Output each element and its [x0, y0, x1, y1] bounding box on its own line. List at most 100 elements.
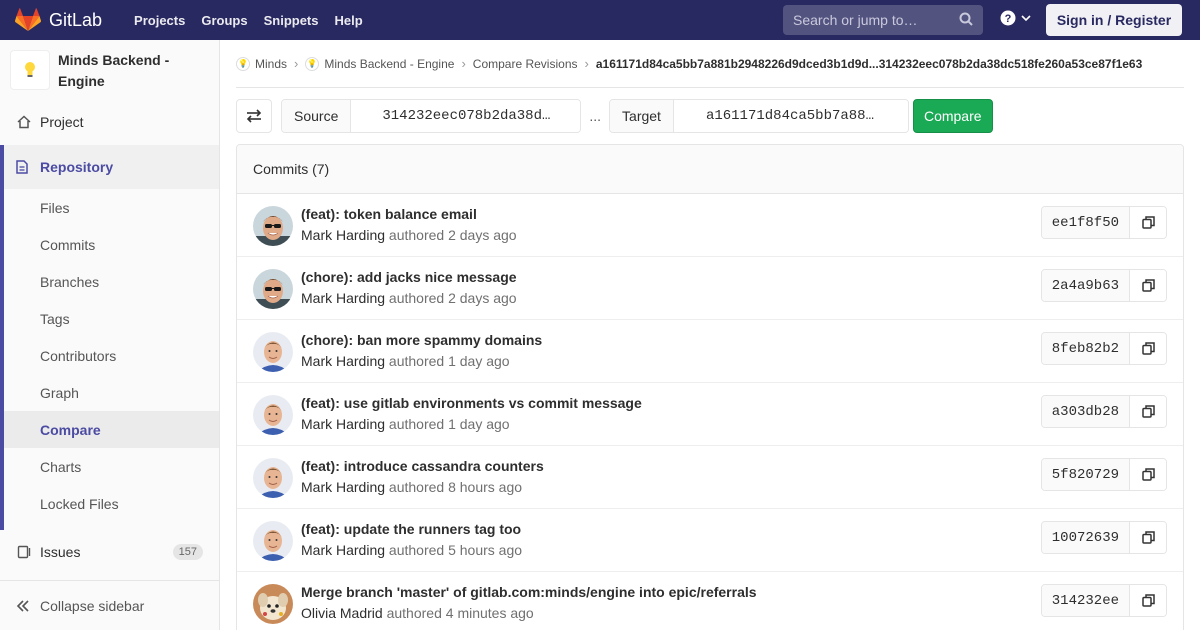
- copy-sha-button[interactable]: [1130, 396, 1166, 427]
- breadcrumb-separator: ›: [294, 56, 299, 71]
- author-avatar[interactable]: [253, 269, 293, 309]
- copy-sha-button[interactable]: [1130, 270, 1166, 301]
- nav-groups[interactable]: Groups: [193, 13, 255, 28]
- author-avatar[interactable]: [253, 395, 293, 435]
- sidebar-sub-graph[interactable]: Graph: [4, 374, 219, 411]
- commit-author[interactable]: Mark Harding: [301, 353, 385, 369]
- nav-links: Projects Groups Snippets Help: [126, 13, 371, 28]
- commit-sha[interactable]: 314232ee: [1041, 585, 1130, 616]
- breadcrumb-project[interactable]: 💡 Minds Backend - Engine: [305, 56, 454, 71]
- author-avatar[interactable]: [253, 521, 293, 561]
- lightbulb-icon: 💡: [236, 56, 250, 71]
- author-avatar[interactable]: [253, 332, 293, 372]
- commit-sha-group: 314232ee: [1040, 584, 1167, 617]
- commit-sha[interactable]: 8feb82b2: [1041, 333, 1130, 364]
- commit-meta: Mark Harding authored 2 days ago: [301, 227, 517, 243]
- breadcrumb-minds[interactable]: 💡 Minds: [236, 56, 287, 71]
- issues-icon: [16, 544, 32, 560]
- commits-panel: Commits (7) (feat): token balance email …: [236, 144, 1184, 630]
- compare-form: Source 314232eec078b2da38d… ... Target a…: [236, 99, 993, 133]
- source-revision-group: Source 314232eec078b2da38d…: [281, 99, 582, 133]
- sidebar-sub-tags[interactable]: Tags: [4, 300, 219, 337]
- commit-row: (feat): introduce cassandra counters Mar…: [237, 446, 1183, 509]
- lightbulb-icon: 💡: [305, 56, 320, 71]
- breadcrumb-current: a161171d84ca5bb7a881b2948226d9dced3b1d9d…: [595, 56, 1143, 71]
- compare-button[interactable]: Compare: [912, 99, 993, 133]
- gitlab-tanuki-icon: [15, 8, 41, 31]
- commit-title[interactable]: (feat): use gitlab environments vs commi…: [301, 395, 642, 411]
- revision-separator: ...: [589, 108, 602, 124]
- commit-sha[interactable]: 5f820729: [1041, 459, 1130, 490]
- commit-author[interactable]: Mark Harding: [301, 290, 385, 306]
- commit-author[interactable]: Mark Harding: [301, 479, 385, 495]
- commit-sha[interactable]: ee1f8f50: [1041, 207, 1130, 238]
- commit-sha[interactable]: 10072639: [1041, 522, 1130, 553]
- sidebar-item-label: Issues: [40, 544, 81, 560]
- swap-revisions-button[interactable]: [236, 99, 272, 133]
- sidebar-sub-compare[interactable]: Compare: [4, 411, 219, 448]
- doc-icon: [16, 160, 32, 174]
- sidebar-item-project[interactable]: Project: [0, 102, 219, 142]
- commit-title[interactable]: (feat): introduce cassandra counters: [301, 458, 544, 474]
- sidebar-sub-files[interactable]: Files: [4, 189, 219, 226]
- nav-snippets[interactable]: Snippets: [256, 13, 327, 28]
- commit-author[interactable]: Mark Harding: [301, 227, 385, 243]
- commit-time: 4 minutes ago: [445, 605, 534, 621]
- author-avatar[interactable]: [253, 206, 293, 246]
- copy-icon: [1141, 279, 1155, 292]
- commit-authored-word: authored: [388, 290, 449, 306]
- copy-sha-button[interactable]: [1130, 459, 1166, 490]
- commit-authored-word: authored: [386, 605, 446, 621]
- copy-icon: [1141, 342, 1155, 355]
- gitlab-logo[interactable]: GitLab: [15, 0, 102, 40]
- commit-meta: Mark Harding authored 1 day ago: [301, 416, 510, 432]
- commit-title[interactable]: (feat): update the runners tag too: [301, 521, 521, 537]
- author-avatar[interactable]: [253, 458, 293, 498]
- project-name: Minds Backend - Engine: [58, 52, 170, 89]
- sidebar-repository-group: Repository Files Commits Branches Tags C…: [0, 145, 219, 530]
- swap-icon: [246, 109, 262, 123]
- commit-sha-group: 10072639: [1040, 521, 1167, 554]
- top-navbar: GitLab Projects Groups Snippets Help ? S…: [0, 0, 1200, 40]
- sidebar-sub-branches[interactable]: Branches: [4, 263, 219, 300]
- search-icon[interactable]: [959, 12, 973, 29]
- signin-register-button[interactable]: Sign in / Register: [1046, 4, 1182, 36]
- commit-title[interactable]: (chore): ban more spammy domains: [301, 332, 542, 348]
- breadcrumb-compare-revisions[interactable]: Compare Revisions: [473, 57, 578, 71]
- target-revision-dropdown[interactable]: a161171d84ca5bb7a88…: [673, 100, 908, 132]
- author-avatar[interactable]: [253, 584, 293, 624]
- commit-author[interactable]: Olivia Madrid: [301, 605, 383, 621]
- commit-sha-group: 2a4a9b63: [1040, 269, 1167, 302]
- source-revision-dropdown[interactable]: 314232eec078b2da38d…: [351, 100, 581, 132]
- sidebar-item-issues[interactable]: Issues 157: [0, 530, 219, 574]
- copy-sha-button[interactable]: [1130, 522, 1166, 553]
- commit-author[interactable]: Mark Harding: [301, 416, 385, 432]
- copy-icon: [1141, 531, 1155, 544]
- commit-author[interactable]: Mark Harding: [301, 542, 385, 558]
- sidebar-item-repository[interactable]: Repository: [4, 145, 219, 189]
- sidebar-sub-charts[interactable]: Charts: [4, 448, 219, 485]
- sidebar-item-label: Project: [40, 114, 84, 130]
- project-header[interactable]: Minds Backend - Engine: [0, 40, 219, 102]
- commit-title[interactable]: (feat): token balance email: [301, 206, 477, 222]
- help-dropdown[interactable]: ?: [1000, 10, 1032, 26]
- commit-meta: Mark Harding authored 5 hours ago: [301, 542, 522, 558]
- sidebar-sub-contributors[interactable]: Contributors: [4, 337, 219, 374]
- sidebar-item-label: Repository: [40, 159, 114, 175]
- sidebar-sub-commits[interactable]: Commits: [4, 226, 219, 263]
- breadcrumb: 💡 Minds › 💡 Minds Backend - Engine › Com…: [236, 40, 1184, 88]
- nav-projects[interactable]: Projects: [126, 13, 193, 28]
- commit-authored-word: authored: [388, 227, 449, 243]
- search-input[interactable]: [793, 12, 953, 28]
- sidebar-sub-locked-files[interactable]: Locked Files: [4, 485, 219, 522]
- commit-row: (chore): ban more spammy domains Mark Ha…: [237, 320, 1183, 383]
- nav-help[interactable]: Help: [327, 13, 371, 28]
- commit-sha[interactable]: 2a4a9b63: [1041, 270, 1130, 301]
- copy-sha-button[interactable]: [1130, 207, 1166, 238]
- collapse-sidebar-button[interactable]: Collapse sidebar: [0, 580, 219, 630]
- commit-title[interactable]: Merge branch 'master' of gitlab.com:mind…: [301, 584, 757, 600]
- copy-sha-button[interactable]: [1130, 585, 1166, 616]
- commit-title[interactable]: (chore): add jacks nice message: [301, 269, 517, 285]
- copy-sha-button[interactable]: [1130, 333, 1166, 364]
- commit-sha[interactable]: a303db28: [1041, 396, 1130, 427]
